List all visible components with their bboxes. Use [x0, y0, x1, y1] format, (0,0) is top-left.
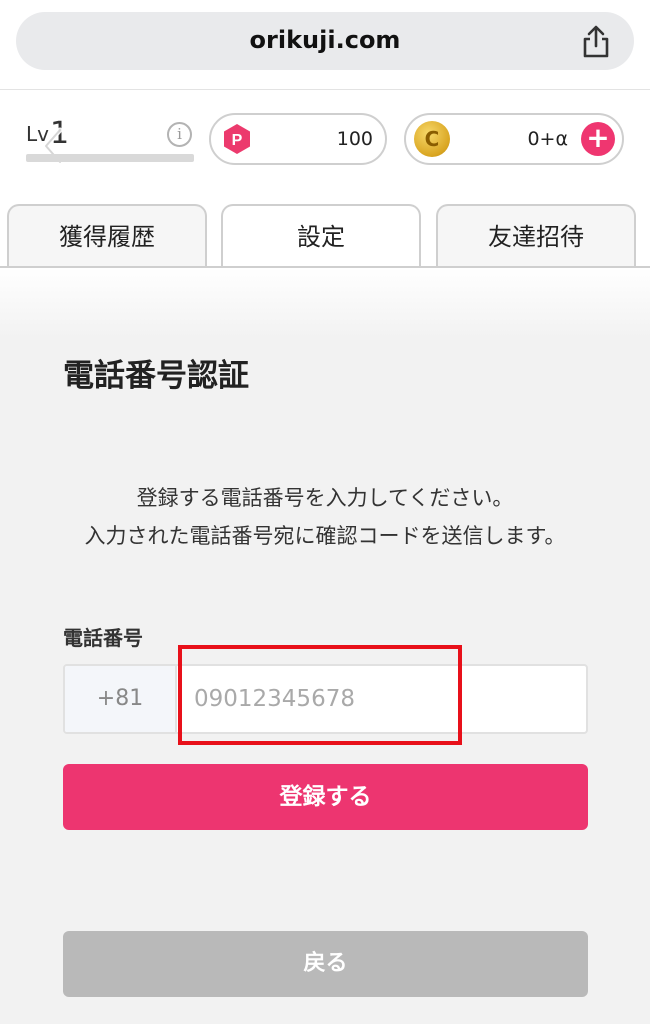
share-icon[interactable]	[580, 25, 612, 59]
register-button[interactable]: 登録する	[63, 764, 588, 830]
coin-display: C 0+α +	[404, 113, 624, 165]
status-row: Lv 1 i P 100 C 0+α +	[0, 90, 650, 200]
phone-field-label: 電話番号	[63, 626, 143, 650]
add-coin-button[interactable]: +	[581, 122, 615, 156]
points-display: P 100	[209, 113, 387, 165]
tab-bar: 獲得履歴 設定 友達招待	[0, 200, 650, 268]
coin-value: 0+α	[527, 128, 568, 150]
points-value: 100	[336, 128, 373, 150]
description-line-2: 入力された電話番号宛に確認コードを送信します。	[84, 524, 566, 548]
url-text[interactable]: orikuji.com	[16, 26, 634, 54]
page-title: 電話番号認証	[63, 358, 249, 394]
main-content: 電話番号認証 登録する電話番号を入力してください。 入力された電話番号宛に確認コ…	[0, 268, 650, 1024]
country-code: +81	[65, 666, 177, 732]
level-progress-bar	[26, 154, 194, 162]
address-bar[interactable]: orikuji.com	[16, 12, 634, 70]
highlight-annotation-box	[178, 645, 462, 745]
tab-history[interactable]: 獲得履歴	[7, 204, 207, 268]
tab-settings[interactable]: 設定	[221, 204, 421, 268]
tab-invite-friends[interactable]: 友達招待	[436, 204, 636, 268]
points-badge-icon: P	[224, 124, 250, 154]
info-icon[interactable]: i	[167, 122, 192, 147]
back-button[interactable]: 戻る	[63, 931, 588, 997]
points-badge-letter: P	[232, 132, 243, 149]
browser-toolbar: orikuji.com	[0, 0, 650, 90]
coin-badge-icon: C	[414, 121, 450, 157]
description-line-1: 登録する電話番号を入力してください。	[136, 486, 514, 510]
